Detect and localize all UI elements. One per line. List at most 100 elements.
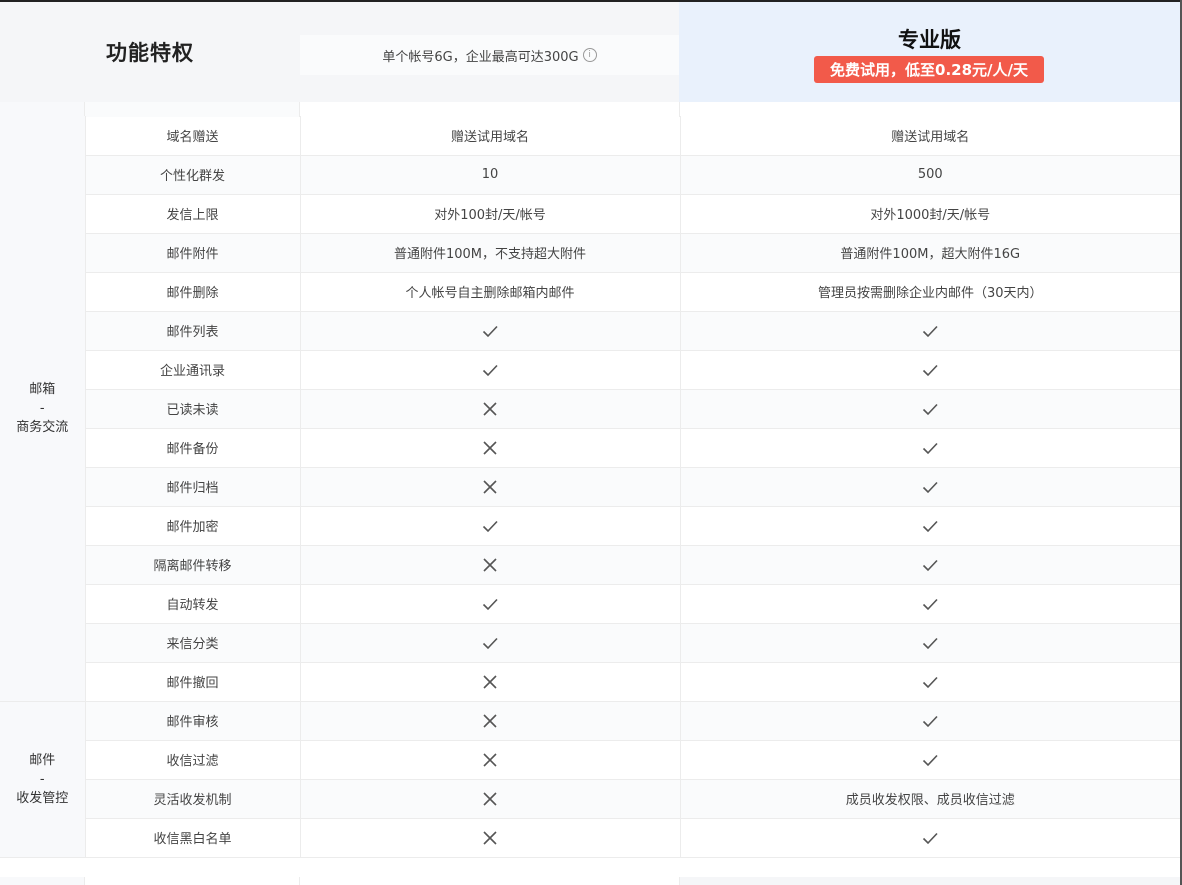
table-row: 邮件附件 普通附件100M，不支持超大附件 普通附件100M，超大附件16G: [0, 233, 1180, 273]
feature-name: 灵活收发机制: [85, 779, 301, 819]
cross-icon: [483, 674, 497, 689]
pro-supported: [680, 662, 1180, 702]
feature-name: 邮件审核: [85, 701, 301, 741]
basic-unsupported: [300, 740, 681, 780]
category-label-line: 邮箱: [29, 381, 56, 397]
basic-unsupported: [300, 818, 681, 858]
basic-value: 10: [300, 155, 681, 195]
pro-supported: [680, 311, 1180, 351]
feature-name: 邮件列表: [85, 311, 301, 351]
basic-unsupported: [300, 545, 681, 585]
table-row: 来信分类: [0, 623, 1180, 663]
check-icon: [482, 364, 498, 376]
header-spacer: [0, 102, 1182, 117]
free-trial-button[interactable]: 免费试用，低至0.28元/人/天: [814, 56, 1044, 83]
pro-supported: [680, 740, 1180, 780]
basic-plan-description: 单个帐号6G，企业最高可达300G i: [300, 35, 679, 75]
table-row: 收信黑白名单: [0, 818, 1180, 858]
pro-supported: [680, 584, 1180, 624]
feature-name: 已读未读: [85, 389, 301, 429]
feature-name: 隔离邮件转移: [85, 545, 301, 585]
category-label-line: 商务交流: [16, 419, 69, 435]
check-icon: [923, 832, 938, 844]
table-row: 邮件列表: [0, 311, 1180, 351]
basic-unsupported: [300, 701, 681, 741]
pro-supported: [680, 428, 1180, 468]
basic-unsupported: [300, 467, 681, 507]
feature-name: 个性化群发: [85, 155, 301, 195]
cross-icon: [483, 440, 497, 455]
cross-icon: [483, 830, 497, 845]
table-row: 收信过滤: [0, 740, 1180, 780]
table-row: 邮件加密: [0, 506, 1180, 546]
check-icon: [923, 637, 938, 649]
next-section-edge: [0, 877, 1182, 885]
pro-value: 对外1000封/天/帐号: [680, 194, 1180, 234]
basic-supported: [300, 506, 681, 546]
feature-name: 邮件归档: [85, 467, 301, 507]
basic-supported: [300, 584, 681, 624]
feature-name: 收信过滤: [85, 740, 301, 780]
feature-name: 来信分类: [85, 623, 301, 663]
check-icon: [923, 715, 938, 727]
table-row: 邮箱 - 商务交流 域名赠送 赠送试用域名 赠送试用域名: [0, 116, 1180, 702]
pro-supported: [680, 350, 1180, 390]
table-row: 邮件归档: [0, 467, 1180, 507]
pro-value: 普通附件100M，超大附件16G: [680, 233, 1180, 273]
cross-icon: [483, 713, 497, 728]
table-row: 已读未读: [0, 389, 1180, 429]
basic-unsupported: [300, 662, 681, 702]
feature-name: 邮件撤回: [85, 662, 301, 702]
check-icon: [923, 325, 938, 337]
check-icon: [482, 637, 498, 649]
pro-value: 500: [680, 155, 1180, 195]
basic-supported: [300, 311, 681, 351]
check-icon: [923, 481, 938, 493]
basic-value: 赠送试用域名: [300, 116, 681, 156]
basic-unsupported: [300, 779, 681, 819]
pro-supported: [680, 818, 1180, 858]
check-icon: [482, 598, 498, 610]
category-cell: 邮箱 - 商务交流: [0, 116, 86, 702]
basic-unsupported: [300, 389, 681, 429]
table-row: 邮件撤回: [0, 662, 1180, 702]
basic-value: 对外100封/天/帐号: [300, 194, 681, 234]
feature-name: 收信黑白名单: [85, 818, 301, 858]
pro-value: 管理员按需删除企业内邮件（30天内）: [680, 272, 1180, 312]
category-label-line: 收发管控: [16, 790, 69, 806]
table-row: 灵活收发机制 成员收发权限、成员收信过滤: [0, 779, 1180, 819]
table-row: 邮件备份: [0, 428, 1180, 468]
check-icon: [923, 364, 938, 376]
cross-icon: [483, 752, 497, 767]
feature-name: 发信上限: [85, 194, 301, 234]
category-label-line: -: [39, 771, 45, 787]
check-icon: [482, 325, 498, 337]
basic-storage-text: 单个帐号6G，企业最高可达300G: [382, 49, 579, 65]
check-icon: [482, 520, 498, 532]
cross-icon: [483, 791, 497, 806]
check-icon: [923, 676, 938, 688]
basic-value: 个人帐号自主删除邮箱内邮件: [300, 272, 681, 312]
pro-plan-title: 专业版: [898, 28, 961, 52]
check-icon: [923, 403, 938, 415]
pro-supported: [680, 623, 1180, 663]
table-row: 个性化群发 10 500: [0, 155, 1180, 195]
pro-value: 成员收发权限、成员收信过滤: [680, 779, 1180, 819]
basic-supported: [300, 623, 681, 663]
cross-icon: [483, 401, 497, 416]
feature-name: 邮件加密: [85, 506, 301, 546]
pro-value: 赠送试用域名: [680, 116, 1180, 156]
info-circle-icon[interactable]: i: [582, 48, 597, 62]
table-row: 发信上限 对外100封/天/帐号 对外1000封/天/帐号: [0, 194, 1180, 234]
check-icon: [923, 598, 938, 610]
basic-unsupported: [300, 428, 681, 468]
feature-name: 邮件备份: [85, 428, 301, 468]
feature-name: 自动转发: [85, 584, 301, 624]
category-label-line: 邮件: [29, 752, 56, 768]
category-cell: 邮件 - 收发管控: [0, 701, 86, 858]
check-icon: [923, 559, 938, 571]
features-title: 功能特权: [106, 41, 194, 65]
category-label-line: -: [39, 400, 45, 416]
feature-comparison-table: 邮箱 - 商务交流 域名赠送 赠送试用域名 赠送试用域名 个性化群发 10 500 发信上限 对外1…: [0, 116, 1180, 858]
feature-name: 邮件附件: [85, 233, 301, 273]
